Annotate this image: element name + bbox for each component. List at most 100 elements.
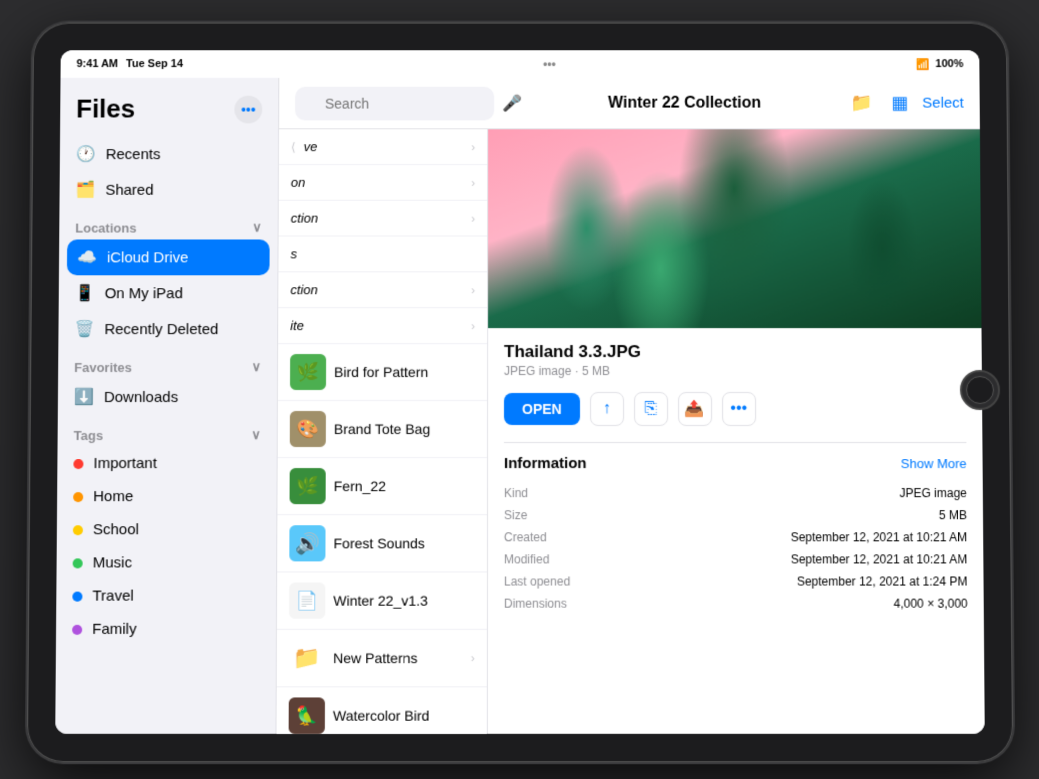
last-opened-label: Last opened: [503, 574, 573, 588]
sidebar-tag-school[interactable]: School: [56, 513, 276, 546]
tag-label: Family: [92, 620, 136, 637]
detail-fileinfo: JPEG image · 5 MB: [504, 364, 966, 378]
detail-filename: Thailand 3.3.JPG: [504, 342, 966, 362]
chevron-icon: ›: [471, 175, 475, 189]
list-item[interactable]: 📁 New Patterns ›: [276, 629, 486, 687]
file-thumb: 🎨: [289, 410, 325, 446]
sidebar-item-downloads[interactable]: ⬇️ Downloads: [57, 379, 276, 415]
file-thumb: 🦜: [288, 697, 324, 733]
list-item[interactable]: 🦜 Watercolor Bird: [276, 687, 486, 733]
detail-info: Thailand 3.3.JPG JPEG image · 5 MB OPEN …: [487, 328, 983, 629]
show-more-link[interactable]: Show More: [900, 456, 966, 471]
info-header-title: Information: [503, 455, 586, 472]
recently-deleted-label: Recently Deleted: [104, 320, 218, 337]
sidebar-tag-important[interactable]: Important: [57, 447, 276, 480]
list-item[interactable]: ite ›: [278, 308, 487, 344]
detail-actions: OPEN ↑ ⎘ 📤 •••: [503, 391, 965, 425]
tags-section-label: Tags ∨: [57, 414, 276, 446]
list-item[interactable]: ction ›: [278, 200, 486, 236]
ipad-screen: 9:41 AM Tue Sep 14 ••• 📶 100% Files ••• …: [55, 50, 985, 734]
export-button[interactable]: 📤: [677, 391, 711, 425]
share-button[interactable]: ↑: [589, 391, 623, 425]
status-bar: 9:41 AM Tue Sep 14 ••• 📶 100%: [60, 50, 979, 78]
file-name: New Patterns: [333, 650, 417, 666]
shared-icon: 🗂️: [75, 179, 95, 199]
nav-title: Winter 22 Collection: [608, 94, 761, 112]
list-item[interactable]: s: [278, 236, 487, 272]
sidebar-tag-home[interactable]: Home: [57, 480, 277, 513]
list-item[interactable]: 🌿 Fern_22: [277, 458, 486, 515]
tag-dot: [72, 557, 82, 567]
app-content: Files ••• 🕐 Recents 🗂️ Shared Locations …: [55, 77, 985, 733]
file-name: Forest Sounds: [333, 535, 424, 551]
chevron-icon: ›: [471, 211, 475, 225]
search-container: 🔍: [295, 86, 494, 120]
list-item[interactable]: ⟨ ve ›: [278, 129, 486, 165]
info-row-modified: Modified September 12, 2021 at 10:21 AM: [503, 548, 966, 570]
sidebar-item-recents[interactable]: 🕐 Recents: [59, 136, 277, 172]
sidebar-item-icloud[interactable]: ☁️ iCloud Drive: [66, 239, 269, 275]
created-label: Created: [503, 530, 573, 544]
onipad-label: On My iPad: [104, 284, 182, 301]
file-thumb: 🌿: [290, 354, 326, 390]
folder-icon[interactable]: 📁: [847, 88, 877, 117]
tag-label: School: [92, 521, 138, 538]
select-button[interactable]: Select: [922, 94, 964, 111]
trash-icon: 🗑️: [74, 319, 94, 339]
ipad-frame: 9:41 AM Tue Sep 14 ••• 📶 100% Files ••• …: [26, 22, 1012, 762]
sidebar-item-recently-deleted[interactable]: 🗑️ Recently Deleted: [58, 311, 277, 347]
info-row-created: Created September 12, 2021 at 10:21 AM: [503, 526, 966, 548]
info-section: Information Show More Kind JPEG image Si…: [503, 442, 967, 615]
kind-label: Kind: [503, 486, 573, 500]
main-area: 🔍 🎤 Winter 22 Collection 📁 ▦ Select: [276, 77, 984, 733]
chevron-icon: ›: [471, 318, 475, 332]
panels-area: ⟨ ve › on ›: [276, 129, 984, 733]
voice-icon[interactable]: 🎤: [502, 93, 522, 113]
tag-label: Important: [93, 455, 157, 472]
copy-button[interactable]: ⎘: [633, 391, 667, 425]
file-list-panel: ⟨ ve › on ›: [276, 129, 488, 733]
onipad-icon: 📱: [74, 283, 94, 303]
list-item[interactable]: 🎨 Brand Tote Bag: [277, 400, 486, 457]
time: 9:41 AM: [76, 58, 118, 70]
list-item[interactable]: 🌿 Bird for Pattern: [277, 344, 486, 401]
nav-bar: 🔍 🎤 Winter 22 Collection 📁 ▦ Select: [279, 77, 980, 128]
sidebar-item-shared[interactable]: 🗂️ Shared: [59, 171, 277, 207]
created-value: September 12, 2021 at 10:21 AM: [790, 530, 967, 544]
view-toggle-icon[interactable]: ▦: [887, 88, 912, 117]
chevron-icon: ›: [471, 282, 475, 296]
list-item[interactable]: 🔊 Forest Sounds: [277, 515, 487, 572]
shared-label: Shared: [105, 181, 153, 198]
list-item[interactable]: on ›: [278, 165, 486, 201]
sidebar-tag-travel[interactable]: Travel: [56, 579, 276, 612]
sidebar-tag-music[interactable]: Music: [56, 546, 276, 579]
files-container: 🌿 Bird for Pattern 🎨 Brand Tote Bag 🌿 Fe…: [276, 344, 486, 734]
recents-label: Recents: [105, 145, 160, 162]
favorites-chevron-icon: ∨: [251, 359, 261, 375]
tag-dot: [72, 524, 82, 534]
downloads-label: Downloads: [103, 388, 177, 405]
sidebar-item-onipad[interactable]: 📱 On My iPad: [58, 275, 277, 311]
list-item[interactable]: ction ›: [278, 272, 487, 308]
more-button[interactable]: •••: [721, 391, 755, 425]
list-item[interactable]: 📄 Winter 22_v1.3: [276, 572, 486, 629]
last-opened-value: September 12, 2021 at 1:24 PM: [796, 574, 967, 588]
tags-container: Important Home School Music Travel Famil…: [55, 447, 276, 646]
chevron-icon: ›: [470, 651, 474, 665]
home-button[interactable]: [959, 370, 999, 410]
detail-image: [488, 129, 981, 328]
status-left: 9:41 AM Tue Sep 14: [76, 58, 183, 70]
tag-dot: [72, 624, 82, 634]
tag-dot: [72, 591, 82, 601]
open-button[interactable]: OPEN: [503, 392, 579, 424]
info-row-kind: Kind JPEG image: [503, 482, 966, 504]
search-input[interactable]: [295, 86, 494, 120]
file-name: Winter 22_v1.3: [333, 592, 428, 608]
sidebar-tag-family[interactable]: Family: [55, 612, 275, 645]
sidebar-more-button[interactable]: •••: [234, 95, 262, 123]
file-thumb: 📄: [289, 582, 325, 618]
tags-chevron-icon: ∨: [251, 427, 261, 443]
file-name: Bird for Pattern: [334, 364, 428, 380]
notch-area: •••: [543, 57, 556, 71]
dimensions-value: 4,000 × 3,000: [893, 596, 967, 610]
